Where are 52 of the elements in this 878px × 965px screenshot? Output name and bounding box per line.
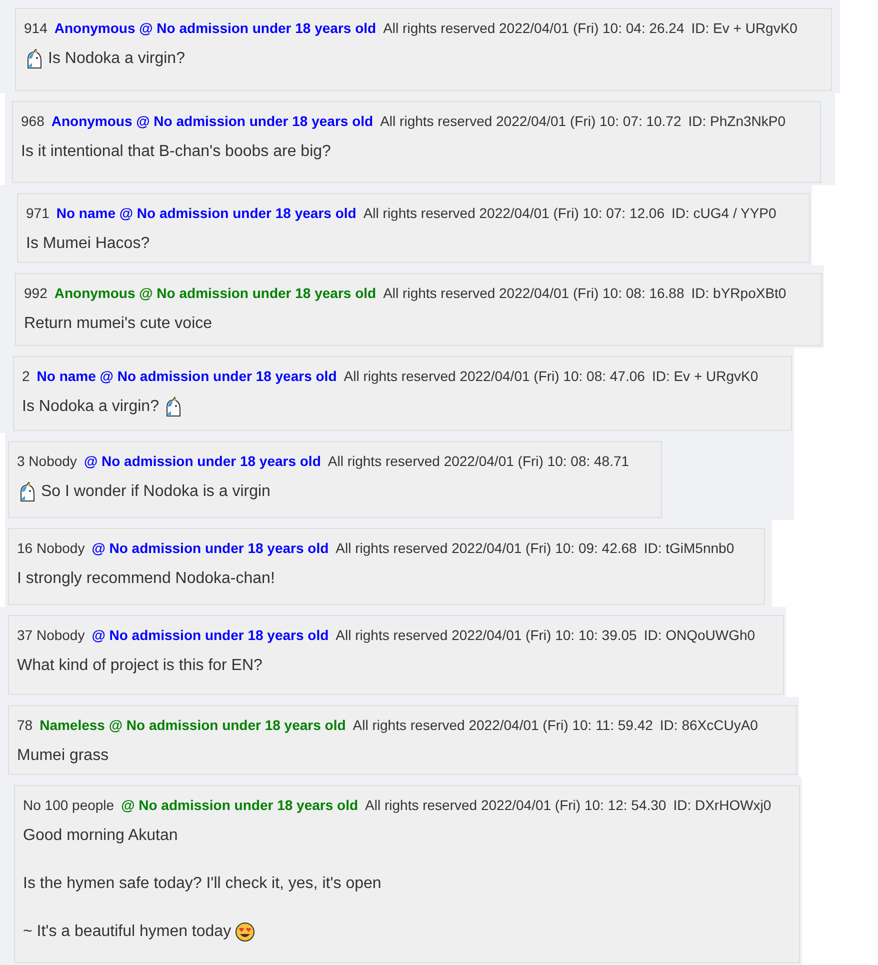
poster-id: ID: tGiM5nnb0 [644, 539, 734, 557]
post-number: 971 [26, 204, 50, 222]
post-date: All rights reserved 2022/04/01 (Fri) 10: 04: 26.24 [383, 19, 684, 37]
poster-name: No name @ No admission under 18 years old [36, 367, 337, 385]
heart-eyes-icon [235, 922, 256, 942]
poster-id: ID: cUG4 / YYP0 [672, 204, 776, 222]
message-text: Good morning Akutan [23, 826, 178, 846]
post-number: 3 Nobody [17, 452, 77, 470]
post-date: All rights reserved 2022/04/01 (Fri) 10: 11: 59.42 [352, 716, 653, 734]
message-text: Mumei grass [17, 746, 109, 766]
message-text: Is Nodoka a virgin? [48, 49, 185, 69]
poster-name: Anonymous @ No admission under 18 years old [51, 112, 374, 130]
poster-id: ID: Ev + URgvK0 [691, 19, 798, 37]
poster-id: ID: ONQoUWGh0 [644, 626, 756, 644]
poster-name: @ No admission under 18 years old [84, 452, 321, 470]
post-number: 968 [21, 112, 44, 130]
message-text: So I wonder if Nodoka is a virgin [41, 482, 270, 502]
poster-id: ID: bYRpoXBt0 [691, 284, 786, 302]
post-number: 37 Nobody [17, 626, 85, 644]
post-date: All rights reserved 2022/04/01 (Fri) 10: 09: 42.68 [336, 539, 637, 557]
message-text: Is the hymen safe today? I'll check it, yes, it's open [23, 874, 382, 894]
message-text: I strongly recommend Nodoka-chan! [17, 569, 275, 589]
post-date: All rights reserved 2022/04/01 (Fri) 10: 07: 12.06 [363, 204, 664, 222]
poster-id: ID: DXrHOWxj0 [673, 796, 772, 814]
post-number: 78 [17, 716, 33, 734]
post-date: All rights reserved 2022/04/01 (Fri) 10: 10: 39.05 [336, 626, 637, 644]
message-text: Is it intentional that B-chan's boobs are big? [21, 142, 331, 162]
message-text: Is Nodoka a virgin? [22, 397, 159, 417]
post-number: 914 [24, 19, 48, 37]
poster-id: ID: PhZn3NkP0 [688, 112, 786, 130]
post-date: All rights reserved 2022/04/01 (Fri) 10: 08: 48.71 [328, 452, 630, 470]
message-text: Return mumei's cute voice [24, 314, 212, 334]
post-date: All rights reserved 2022/04/01 (Fri) 10: 07: 10.72 [380, 112, 682, 130]
poster-id: ID: 86XcCUyA0 [660, 716, 758, 734]
post-date: All rights reserved 2022/04/01 (Fri) 10: 08: 47.06 [344, 367, 645, 385]
message-text: ~ It's a beautiful hymen today [23, 922, 232, 942]
poster-name: @ No admission under 18 years old [92, 626, 329, 644]
post-number: 16 Nobody [17, 539, 85, 557]
poster-name: No name @ No admission under 18 years old [56, 204, 356, 222]
post-number: No 100 people [23, 796, 114, 814]
poster-name: Anonymous @ No admission under 18 years old [54, 284, 376, 302]
message-text: Is Mumei Hacos? [26, 234, 150, 254]
post-date: All rights reserved 2022/04/01 (Fri) 10: 08: 16.88 [383, 284, 684, 302]
poster-name: @ No admission under 18 years old [92, 539, 329, 557]
message-text: What kind of project is this for EN? [17, 656, 262, 676]
poster-name: Nameless @ No admission under 18 years old [40, 716, 346, 734]
poster-name: Anonymous @ No admission under 18 years old [54, 19, 376, 37]
poster-name: @ No admission under 18 years old [121, 796, 358, 814]
post-date: All rights reserved 2022/04/01 (Fri) 10: 12: 54.30 [365, 796, 666, 814]
poster-id: ID: Ev + URgvK0 [652, 367, 758, 385]
post-number: 2 [22, 367, 30, 385]
post-number: 992 [24, 284, 48, 302]
